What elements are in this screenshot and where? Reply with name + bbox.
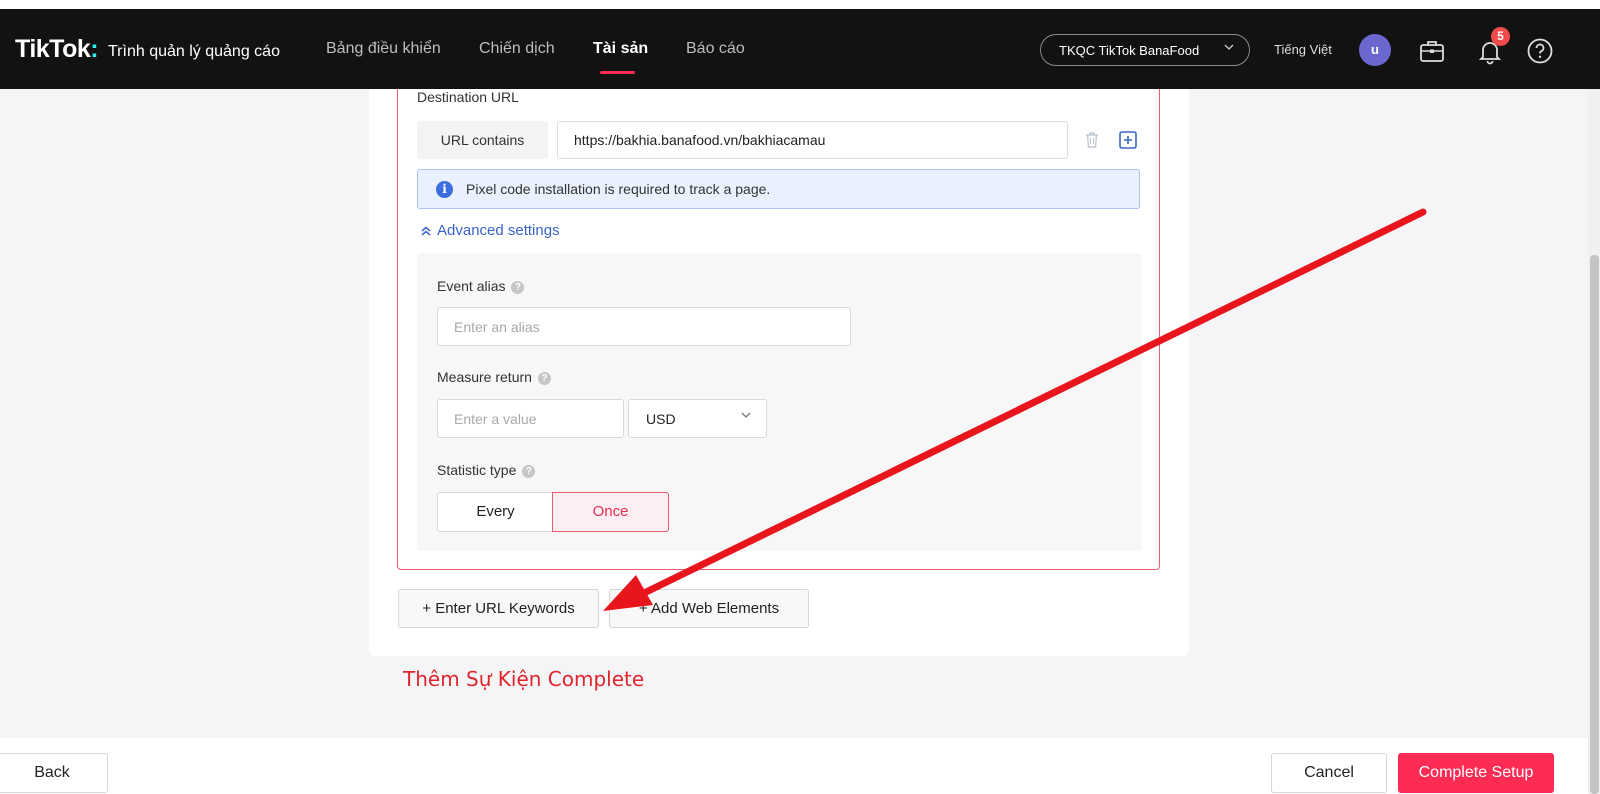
measure-return-label-text: Measure return <box>437 369 532 385</box>
language-selector[interactable]: Tiếng Việt <box>1274 42 1332 57</box>
notification-badge: 5 <box>1491 27 1510 46</box>
help-icon[interactable] <box>1526 37 1554 65</box>
statistic-type-label: Statistic type? <box>437 462 536 478</box>
event-alias-input[interactable] <box>437 307 851 346</box>
advanced-settings-toggle[interactable]: Advanced settings <box>437 222 560 239</box>
info-text: Pixel code installation is required to t… <box>466 181 771 197</box>
help-tooltip-icon[interactable]: ? <box>511 281 525 294</box>
pixel-info-banner: i Pixel code installation is required to… <box>417 169 1140 209</box>
browser-top-strip <box>0 0 1600 9</box>
chevron-up-double-icon[interactable] <box>419 224 433 238</box>
help-tooltip-icon[interactable]: ? <box>522 465 536 478</box>
currency-select[interactable]: USD <box>628 399 767 438</box>
add-web-elements-button[interactable]: + Add Web Elements <box>609 589 809 628</box>
statistic-every-option[interactable]: Every <box>437 492 553 532</box>
nav-campaigns[interactable]: Chiến dịch <box>479 40 555 58</box>
tiktok-logo[interactable]: TikTok: <box>15 35 99 64</box>
complete-setup-button[interactable]: Complete Setup <box>1398 753 1554 793</box>
nav-dashboard[interactable]: Bảng điều khiển <box>326 40 441 58</box>
info-icon: i <box>436 181 453 198</box>
nav-reports[interactable]: Báo cáo <box>686 40 745 58</box>
scrollbar-thumb[interactable] <box>1590 255 1599 794</box>
annotation-note: Thêm Sự Kiện Complete <box>403 667 645 691</box>
account-name: TKQC TikTok BanaFood <box>1059 43 1200 58</box>
destination-url-label: Destination URL <box>417 89 519 105</box>
nav-assets[interactable]: Tài sản <box>593 40 648 58</box>
app-subtitle: Trình quản lý quảng cáo <box>108 43 280 60</box>
currency-value: USD <box>646 411 676 427</box>
enter-url-keywords-button[interactable]: + Enter URL Keywords <box>398 589 599 628</box>
statistic-once-option[interactable]: Once <box>552 492 669 532</box>
url-match-type[interactable]: URL contains <box>417 121 548 159</box>
nav-active-indicator <box>600 71 635 74</box>
avatar[interactable]: u <box>1359 34 1391 66</box>
chevron-down-icon <box>1223 41 1235 56</box>
help-tooltip-icon[interactable]: ? <box>537 372 551 385</box>
top-nav-bar: TikTok: Trình quản lý quảng cáo Bảng điề… <box>0 9 1600 89</box>
event-alias-label-text: Event alias <box>437 278 506 294</box>
account-selector[interactable]: TKQC TikTok BanaFood <box>1040 34 1250 66</box>
measure-return-label: Measure return? <box>437 369 551 385</box>
trash-icon[interactable] <box>1082 130 1102 150</box>
cancel-button[interactable]: Cancel <box>1271 753 1387 793</box>
url-input[interactable] <box>557 121 1068 159</box>
back-button[interactable]: Back <box>0 753 108 793</box>
briefcase-icon[interactable] <box>1418 37 1446 65</box>
measure-return-input[interactable] <box>437 399 624 438</box>
chevron-down-icon <box>740 409 752 424</box>
statistic-type-label-text: Statistic type <box>437 462 517 478</box>
add-condition-icon[interactable] <box>1119 131 1137 149</box>
logo-colon: : <box>90 35 99 63</box>
logo-text: TikTok <box>15 35 91 63</box>
event-alias-label: Event alias? <box>437 278 525 294</box>
